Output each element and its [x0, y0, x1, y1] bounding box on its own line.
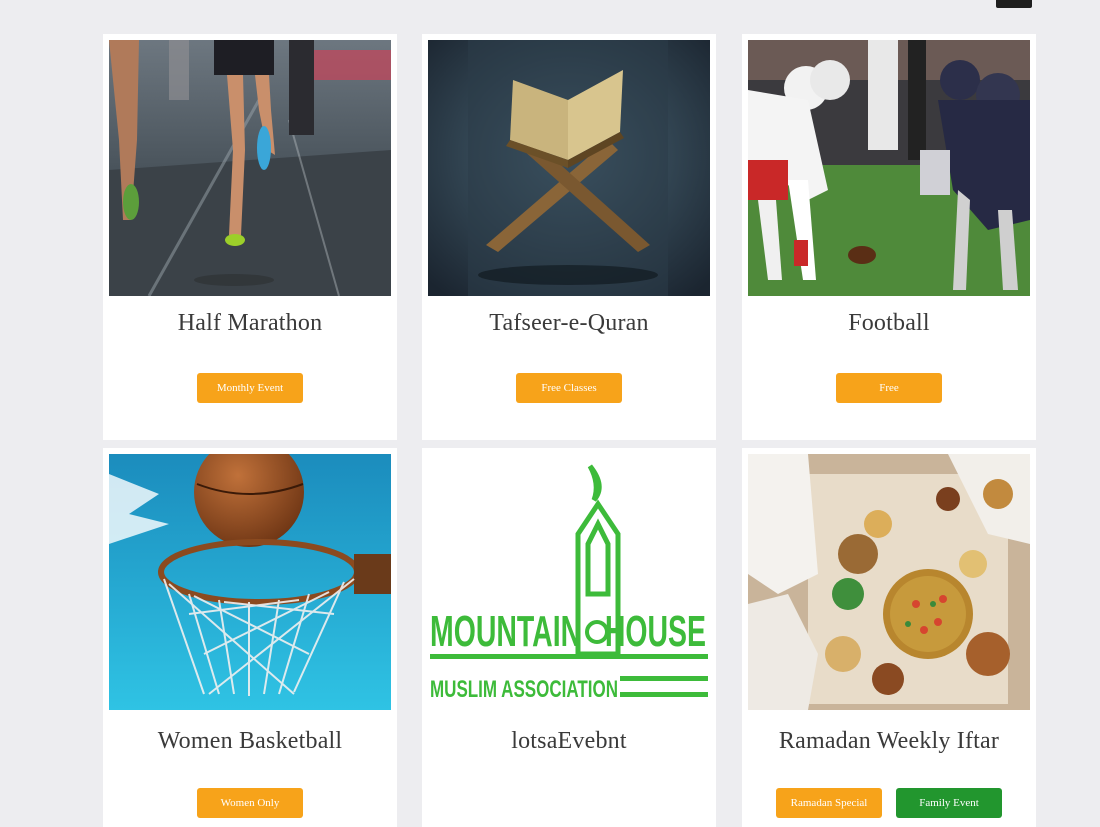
- event-badges: Ramadan Special Family Event: [742, 788, 1036, 818]
- event-badge[interactable]: Ramadan Special: [776, 788, 882, 818]
- event-title[interactable]: Football: [742, 310, 1036, 337]
- event-card-ramadan-weekly-iftar[interactable]: Ramadan Weekly Iftar Ramadan Special Fam…: [742, 448, 1036, 827]
- event-title[interactable]: Ramadan Weekly Iftar: [742, 728, 1036, 755]
- event-badge[interactable]: Monthly Event: [197, 373, 303, 403]
- event-image-iftar-table: [748, 454, 1030, 710]
- event-image-football: [748, 40, 1030, 296]
- event-badges: Free: [742, 373, 1036, 403]
- svg-text:MOUNTAIN HOUSE: MOUNTAIN HOUSE: [430, 607, 706, 656]
- event-badge[interactable]: Free Classes: [516, 373, 622, 403]
- event-card-football[interactable]: Football Free: [742, 34, 1036, 440]
- event-card-half-marathon[interactable]: Half Marathon Monthly Event: [103, 34, 397, 440]
- event-badge[interactable]: Women Only: [197, 788, 303, 818]
- event-title[interactable]: Women Basketball: [103, 728, 397, 755]
- event-title[interactable]: Tafseer-e-Quran: [422, 310, 716, 337]
- mountain-house-logo: MOUNTAIN HOUSE MUSLIM ASSOCIATION: [428, 454, 710, 710]
- event-badge[interactable]: Free: [836, 373, 942, 403]
- event-image-quran-stand: [428, 40, 710, 296]
- event-card-women-basketball[interactable]: Women Basketball Women Only: [103, 448, 397, 827]
- top-corner-button[interactable]: [996, 0, 1032, 8]
- event-image-running: [109, 40, 391, 296]
- event-card-tafseer-e-quran[interactable]: Tafseer-e-Quran Free Classes: [422, 34, 716, 440]
- event-badges: Women Only: [103, 788, 397, 818]
- event-badges: Monthly Event: [103, 373, 397, 403]
- svg-text:MUSLIM ASSOCIATION: MUSLIM ASSOCIATION: [430, 676, 618, 703]
- event-badges: Free Classes: [422, 373, 716, 403]
- event-badge[interactable]: Family Event: [896, 788, 1002, 818]
- event-card-lotsaevebnt[interactable]: MOUNTAIN HOUSE MUSLIM ASSOCIATION lotsaE…: [422, 448, 716, 827]
- event-title[interactable]: lotsaEvebnt: [422, 728, 716, 755]
- event-title[interactable]: Half Marathon: [103, 310, 397, 337]
- event-image-basketball: [109, 454, 391, 710]
